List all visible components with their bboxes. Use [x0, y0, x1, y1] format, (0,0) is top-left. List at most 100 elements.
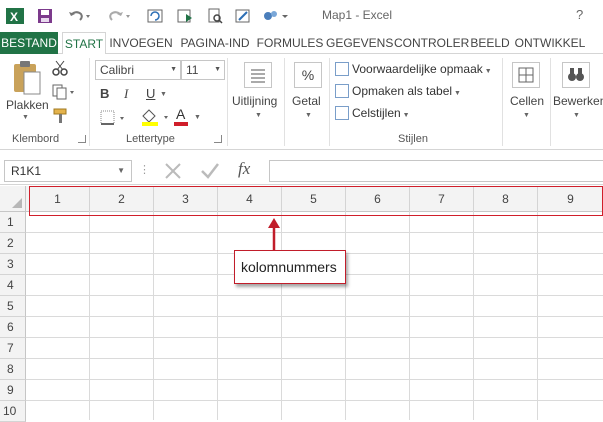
- redo-icon[interactable]: [106, 7, 132, 25]
- chevron-down-icon: ▼: [400, 112, 410, 119]
- title-bar: X Map1 - Excel ?: [0, 0, 603, 32]
- svg-text:X: X: [10, 10, 18, 24]
- undo-icon[interactable]: [66, 7, 92, 25]
- alignment-dropdown-icon[interactable]: ▼: [255, 112, 262, 119]
- row-header[interactable]: 6: [0, 317, 26, 338]
- tab-start[interactable]: START: [62, 32, 106, 55]
- print-preview-icon[interactable]: [206, 7, 224, 25]
- font-size-value: 11: [186, 63, 199, 77]
- tab-controler[interactable]: CONTROLER: [394, 32, 469, 54]
- format-as-table-icon: [335, 84, 349, 98]
- cancel-icon[interactable]: [164, 162, 182, 183]
- macro-play-icon[interactable]: [176, 7, 194, 25]
- row-header[interactable]: 7: [0, 338, 26, 359]
- worksheet-grid[interactable]: 1 2 3 4 5 6 7 8 9 1 2 3 4 5 6 7 8 9 10: [0, 186, 603, 422]
- ribbon-tabs: BESTAND START INVOEGEN PAGINA-IND FORMUL…: [0, 32, 603, 55]
- cell-styles-icon: [335, 106, 349, 120]
- cut-icon[interactable]: [52, 60, 68, 79]
- gridline: [26, 232, 603, 233]
- tab-pagina-ind[interactable]: PAGINA-IND: [176, 32, 254, 54]
- italic-button[interactable]: I: [124, 86, 128, 102]
- find-binoculars-icon[interactable]: [562, 62, 590, 88]
- select-all-button[interactable]: [0, 186, 26, 212]
- row-header[interactable]: 3: [0, 254, 26, 275]
- conditional-formatting-button[interactable]: Voorwaardelijke opmaak ▼: [335, 60, 492, 78]
- annotation-callout: kolomnummers: [234, 250, 346, 284]
- number-button[interactable]: Getal: [292, 94, 321, 108]
- formula-input[interactable]: [269, 160, 603, 182]
- divider: [502, 58, 503, 146]
- underline-dropdown-icon[interactable]: ▼: [160, 91, 167, 98]
- excel-logo-icon: X: [6, 7, 24, 25]
- tab-ontwikkel[interactable]: ONTWIKKEL: [514, 32, 586, 54]
- underline-button[interactable]: U: [146, 86, 155, 101]
- borders-icon[interactable]: [100, 110, 128, 129]
- chevron-down-icon[interactable]: ▼: [117, 161, 125, 181]
- format-painter-icon[interactable]: [52, 108, 68, 127]
- insert-function-icon[interactable]: fx: [238, 159, 250, 179]
- ribbon: Plakken ▼ Klembord Calibri ▼ 11 ▼ B I U …: [0, 54, 603, 150]
- row-header[interactable]: 4: [0, 275, 26, 296]
- font-launcher-icon[interactable]: [214, 135, 222, 143]
- gridline: [26, 295, 603, 296]
- font-color-dropdown-icon[interactable]: ▼: [194, 114, 201, 121]
- clipboard-launcher-icon[interactable]: [78, 135, 86, 143]
- divider: [329, 58, 330, 146]
- tab-beeld[interactable]: BEELD: [468, 32, 512, 54]
- gridline: [26, 316, 603, 317]
- name-box[interactable]: R1K1 ▼: [4, 160, 132, 182]
- clipboard-group-label: Klembord: [12, 133, 60, 145]
- paste-icon[interactable]: [12, 60, 42, 96]
- cells-button[interactable]: Cellen: [510, 94, 544, 108]
- tab-bestand[interactable]: BESTAND: [0, 32, 58, 54]
- number-format-icon[interactable]: %: [294, 62, 322, 88]
- font-name-select[interactable]: Calibri ▼: [95, 60, 181, 80]
- cell-styles-button[interactable]: Celstijlen ▼: [335, 104, 410, 122]
- format-as-table-button[interactable]: Opmaken als tabel ▼: [335, 82, 461, 100]
- gridline: [26, 337, 603, 338]
- number-dropdown-icon[interactable]: ▼: [305, 112, 312, 119]
- gridline: [26, 379, 603, 380]
- row-header[interactable]: 8: [0, 359, 26, 380]
- customize-qat-icon[interactable]: [262, 7, 290, 25]
- paste-button[interactable]: Plakken: [6, 98, 49, 112]
- arrow-up-icon: [268, 218, 280, 250]
- gridline: [26, 358, 603, 359]
- font-color-button[interactable]: A: [174, 106, 190, 128]
- window-title: Map1 - Excel: [322, 8, 393, 22]
- gridline: [26, 400, 603, 401]
- chevron-down-icon: ▼: [482, 68, 492, 75]
- cells-icon[interactable]: [512, 62, 540, 88]
- font-size-select[interactable]: 11 ▼: [181, 60, 225, 80]
- divider: [89, 58, 90, 146]
- copy-icon[interactable]: [52, 84, 76, 103]
- tab-invoegen[interactable]: INVOEGEN: [108, 32, 174, 54]
- divider: [227, 58, 228, 146]
- cell-styles-label: Celstijlen: [352, 106, 401, 120]
- save-icon[interactable]: [36, 7, 54, 25]
- format-as-table-label: Opmaken als tabel: [352, 84, 453, 98]
- row-header[interactable]: 10: [0, 401, 26, 422]
- styles-group-label: Stijlen: [398, 133, 428, 145]
- help-button[interactable]: ?: [576, 7, 583, 22]
- row-header[interactable]: 9: [0, 380, 26, 401]
- refresh-icon[interactable]: [146, 7, 164, 25]
- editing-dropdown-icon[interactable]: ▼: [573, 112, 580, 119]
- conditional-formatting-label: Voorwaardelijke opmaak: [352, 62, 483, 76]
- editing-button[interactable]: Bewerken: [553, 94, 603, 108]
- row-header[interactable]: 5: [0, 296, 26, 317]
- name-box-value: R1K1: [11, 164, 42, 178]
- row-header[interactable]: 2: [0, 233, 26, 254]
- paste-dropdown-icon[interactable]: ▼: [22, 114, 29, 121]
- fill-color-icon[interactable]: [140, 108, 170, 129]
- enter-check-icon[interactable]: [200, 162, 220, 183]
- cells-dropdown-icon[interactable]: ▼: [523, 112, 530, 119]
- bold-button[interactable]: B: [100, 86, 109, 101]
- tab-formules[interactable]: FORMULES: [256, 32, 324, 54]
- row-header[interactable]: 1: [0, 212, 26, 233]
- font-color-icon: A: [176, 106, 186, 122]
- alignment-button[interactable]: Uitlijning: [232, 94, 277, 108]
- alignment-icon[interactable]: [244, 62, 272, 88]
- edit-sheet-icon[interactable]: [234, 7, 252, 25]
- tab-gegevens[interactable]: GEGEVENS: [326, 32, 393, 54]
